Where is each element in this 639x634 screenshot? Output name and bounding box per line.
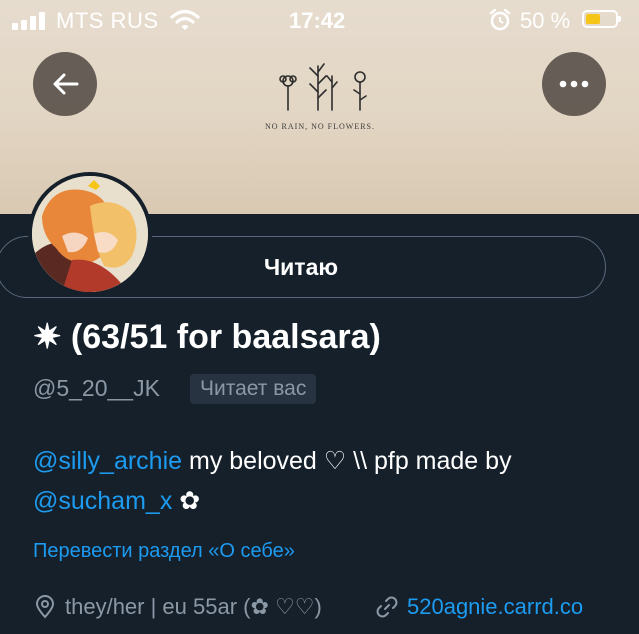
back-button[interactable] <box>33 52 97 116</box>
profile-bio: @silly_archie my beloved ♡ \\ pfp made b… <box>33 441 613 521</box>
follows-you-badge: Читает вас <box>190 374 317 404</box>
more-options-button[interactable] <box>542 52 606 116</box>
mention-link[interactable]: @silly_archie <box>33 447 182 475</box>
link-icon <box>376 596 398 618</box>
location: they/her | eu 55ar (✿ ♡♡) <box>33 594 322 620</box>
mention-link[interactable]: @sucham_x <box>33 487 172 515</box>
user-handle: @5_20__JK <box>33 375 160 401</box>
display-name: ✷ (63/51 for baalsara) <box>33 318 381 356</box>
wifi-icon <box>170 9 200 30</box>
banner-caption: NO RAIN, NO FLOWERS. <box>265 122 375 131</box>
battery-level <box>586 14 600 24</box>
arrow-left-icon <box>53 73 79 95</box>
cellular-signal-icon <box>12 12 48 30</box>
battery-icon <box>582 10 621 28</box>
website[interactable]: 520agnie.carrd.co <box>375 594 583 620</box>
avatar-image <box>32 176 148 292</box>
clock: 17:42 <box>289 8 346 33</box>
flowers-illustration <box>279 63 367 111</box>
bio-text: my beloved ♡ \\ pfp made by <box>182 447 512 475</box>
translate-bio-link[interactable]: Перевести раздел «О себе» <box>33 540 295 563</box>
battery-percent: 50 % <box>520 8 571 33</box>
bio-text: ✿ <box>172 487 201 515</box>
alarm-icon <box>489 8 511 31</box>
location-pin-icon <box>35 595 55 619</box>
website-link[interactable]: 520agnie.carrd.co <box>407 594 583 620</box>
avatar[interactable] <box>28 172 152 296</box>
location-text: they/her | eu 55ar (✿ ♡♡) <box>65 594 322 619</box>
carrier-name: MTS RUS <box>56 8 159 33</box>
status-bar: MTS RUS 17:42 50 % <box>0 0 639 42</box>
more-horizontal-icon <box>559 80 589 88</box>
